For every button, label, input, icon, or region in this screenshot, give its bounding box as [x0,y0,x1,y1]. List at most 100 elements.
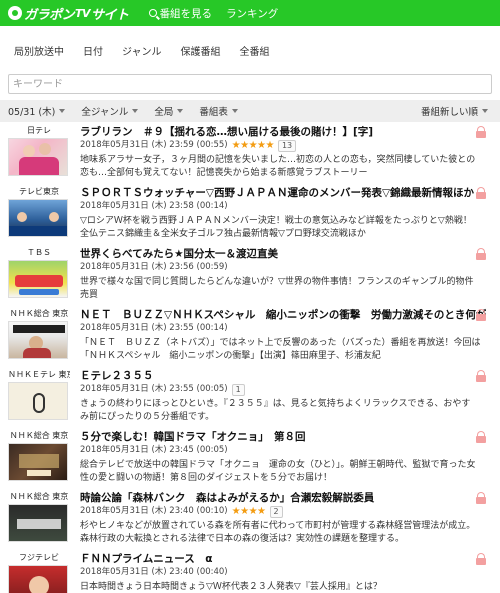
subnav-protected[interactable]: 保護番組 [181,43,221,58]
search-row [0,74,500,94]
program-item[interactable]: ＮＨＫＥテレ 東京 Ｅテレ２３５５ 2018年05月31日 (木) 23:55 … [8,366,494,427]
program-info: ＦＮＮプライムニュース α 2018年05月31日 (木) 23:40 (00:… [70,552,494,593]
program-meta: 2018年05月31日 (木) 23:55 (00:14) [80,322,486,335]
program-item[interactable]: フジテレビ ＦＮＮプライムニュース α 2018年05月31日 (木) 23:4… [8,549,494,593]
unlock-icon[interactable] [476,187,486,199]
program-datetime: 2018年05月31日 (木) 23:58 (00:14) [80,201,228,211]
program-item[interactable]: ＮＨＫ総合 東京 時論公論「森林バンク 森はよみがえるか」合瀬宏毅解説委員 20… [8,488,494,549]
program-title[interactable]: ＮＥＴ ＢＵＺＺ▽ＮＨＫスペシャル 縮小ニッポンの衝撃 労働力激減そのとき何が [80,308,486,322]
program-info: ＮＥＴ ＢＵＺＺ▽ＮＨＫスペシャル 縮小ニッポンの衝撃 労働力激減そのとき何が … [70,308,500,366]
filter-bar: 05/31 (木) 全ジャンル 全局 番組表 番組新しい順 [0,100,500,122]
date-select[interactable]: 05/31 (木) [8,104,66,118]
program-datetime: 2018年05月31日 (木) 23:56 (00:59) [80,262,228,272]
chevron-down-icon [482,109,488,113]
channel-column: 日テレ [8,125,70,183]
chevron-down-icon [132,109,139,113]
program-datetime: 2018年05月31日 (木) 23:55 (00:14) [80,323,228,333]
sort-select[interactable]: 番組新しい順 [421,100,488,122]
program-meta: 2018年05月31日 (木) 23:58 (00:14) [80,200,476,213]
program-thumbnail[interactable] [8,138,68,176]
comment-count: 1 [231,383,245,396]
program-thumbnail[interactable] [8,504,68,542]
nav-watch-programs[interactable]: 番組を見る [148,6,212,21]
star-rating: ★★★★★ [231,140,275,151]
logo-main: ガラポン [24,7,75,23]
program-thumbnail[interactable] [8,443,68,481]
channel-column: ＮＨＫ総合 東京 [8,491,70,549]
program-meta: 2018年05月31日 (木) 23:55 (00:05) 1 [80,383,476,396]
channel-name: ＮＨＫ総合 東京 [9,431,69,440]
program-thumbnail[interactable] [8,565,68,593]
subnav-by-station[interactable]: 局別放送中 [14,43,64,58]
station-select[interactable]: 全局 [154,104,184,118]
site-logo[interactable]: ガラポン TV サイト [8,4,129,23]
chevron-down-icon [59,109,66,113]
nav-ranking[interactable]: ランキング [226,6,278,21]
program-description: 日本時間きょう日本時間きょう▽Ｗ杯代表２３人発表▽『芸人採用』とは？ [80,582,382,592]
keyword-search-input[interactable] [8,74,492,94]
program-meta: 2018年05月31日 (木) 23:45 (00:05) [80,444,476,457]
unlock-icon[interactable] [476,248,486,260]
program-title[interactable]: ＦＮＮプライムニュース α [80,552,476,566]
subnav-all[interactable]: 全番組 [240,43,270,58]
program-item[interactable]: 日テレ ラブリラン ＃９【揺れる恋…想い届ける最後の賭け！】[字] 2018年0… [8,122,494,183]
unlock-icon[interactable] [476,370,486,382]
channel-name: 日テレ [27,126,51,135]
unlock-icon[interactable] [476,553,486,565]
unlock-icon[interactable] [476,309,486,321]
view-select-value: 番組表 [199,107,228,118]
program-info: ラブリラン ＃９【揺れる恋…想い届ける最後の賭け！】[字] 2018年05月31… [70,125,494,183]
program-description: 総合テレビで放送中の韓国ドラマ「オクニョ 運命の女（ひと）」。朝鮮王朝時代、監獄… [80,460,476,483]
program-title[interactable]: Ｅテレ２３５５ [80,369,476,383]
program-description: 杉やヒノキなどが放置されている森を所有者に代わって市町村が管理する森林経営管理法… [80,521,476,544]
subnav-genre[interactable]: ジャンル [122,43,162,58]
program-thumbnail[interactable] [8,199,68,237]
unlock-icon[interactable] [476,492,486,504]
program-datetime: 2018年05月31日 (木) 23:59 (00:55) [80,140,228,150]
program-title[interactable]: ラブリラン ＃９【揺れる恋…想い届ける最後の賭け！】[字] [80,125,476,139]
channel-name: ＮＨＫ総合 東京 [9,492,69,501]
channel-column: ＴＢＳ [8,247,70,305]
program-title[interactable]: 時論公論「森林バンク 森はよみがえるか」合瀬宏毅解説委員 [80,491,476,505]
program-item[interactable]: ＮＨＫ総合 東京 ５分で楽しむ！韓国ドラマ「オクニョ」 第８回 2018年05月… [8,427,494,488]
date-select-value: 05/31 (木) [8,107,56,118]
program-description: きょうの終わりにほっとひといき。『２３５５』は、見ると気持ちよくリラックスできる… [80,399,471,422]
program-description: 地味系アラサー女子，３ヶ月間の記憶を失いました…初恋の人との恋も，突然同棲してい… [80,155,476,178]
channel-column: テレビ東京 [8,186,70,244]
program-info: 世界くらべてみたら★国分太一＆渡辺直美 2018年05月31日 (木) 23:5… [70,247,494,305]
sort-select-value: 番組新しい順 [420,107,478,118]
logo-mark-icon [8,6,22,20]
logo-tv: TV [75,6,91,20]
unlock-icon[interactable] [476,431,486,443]
program-item[interactable]: ＮＨＫ総合 東京 ＮＥＴ ＢＵＺＺ▽ＮＨＫスペシャル 縮小ニッポンの衝撃 労働力… [8,305,494,366]
top-nav: 番組を見る ランキング [148,6,278,21]
star-rating: ★★★★ [231,506,266,517]
program-datetime: 2018年05月31日 (木) 23:45 (00:05) [80,445,228,455]
channel-column: ＮＨＫ総合 東京 [8,308,70,366]
sub-nav: 局別放送中 日付 ジャンル 保護番組 全番組 [0,26,500,74]
program-meta: 2018年05月31日 (木) 23:59 (00:55) ★★★★★ 13 [80,139,476,152]
program-thumbnail[interactable] [8,382,68,420]
program-thumbnail[interactable] [8,321,68,359]
program-datetime: 2018年05月31日 (木) 23:55 (00:05) [80,384,228,394]
program-list: 日テレ ラブリラン ＃９【揺れる恋…想い届ける最後の賭け！】[字] 2018年0… [0,122,500,593]
program-title[interactable]: ＳＰＯＲＴＳウォッチャー▽西野ＪＡＰＡＮ運命のメンバー発表▽錦織最新情報ほか [80,186,476,200]
program-thumbnail[interactable] [8,260,68,298]
search-icon [148,9,157,17]
channel-name: ＴＢＳ [27,248,51,257]
view-select[interactable]: 番組表 [199,104,238,118]
unlock-icon[interactable] [476,126,486,138]
program-item[interactable]: テレビ東京 ＳＰＯＲＴＳウォッチャー▽西野ＪＡＰＡＮ運命のメンバー発表▽錦織最新… [8,183,494,244]
program-title[interactable]: 世界くらべてみたら★国分太一＆渡辺直美 [80,247,476,261]
program-meta: 2018年05月31日 (木) 23:56 (00:59) [80,261,476,274]
program-datetime: 2018年05月31日 (木) 23:40 (00:40) [80,567,228,577]
comment-count: 2 [269,505,283,518]
channel-name: フジテレビ [19,553,59,562]
program-title[interactable]: ５分で楽しむ！韓国ドラマ「オクニョ」 第８回 [80,430,476,444]
program-info: Ｅテレ２３５５ 2018年05月31日 (木) 23:55 (00:05) 1 … [70,369,494,427]
channel-name: ＮＨＫＥテレ 東京 [8,370,70,379]
subnav-date[interactable]: 日付 [83,43,103,58]
program-item[interactable]: ＴＢＳ 世界くらべてみたら★国分太一＆渡辺直美 2018年05月31日 (木) … [8,244,494,305]
genre-select[interactable]: 全ジャンル [81,104,139,118]
program-description: 「ＮＥＴ ＢＵＺＺ（ネトバズ）」ではネット上で反響のあった（バズった）番組を再放… [80,338,481,361]
